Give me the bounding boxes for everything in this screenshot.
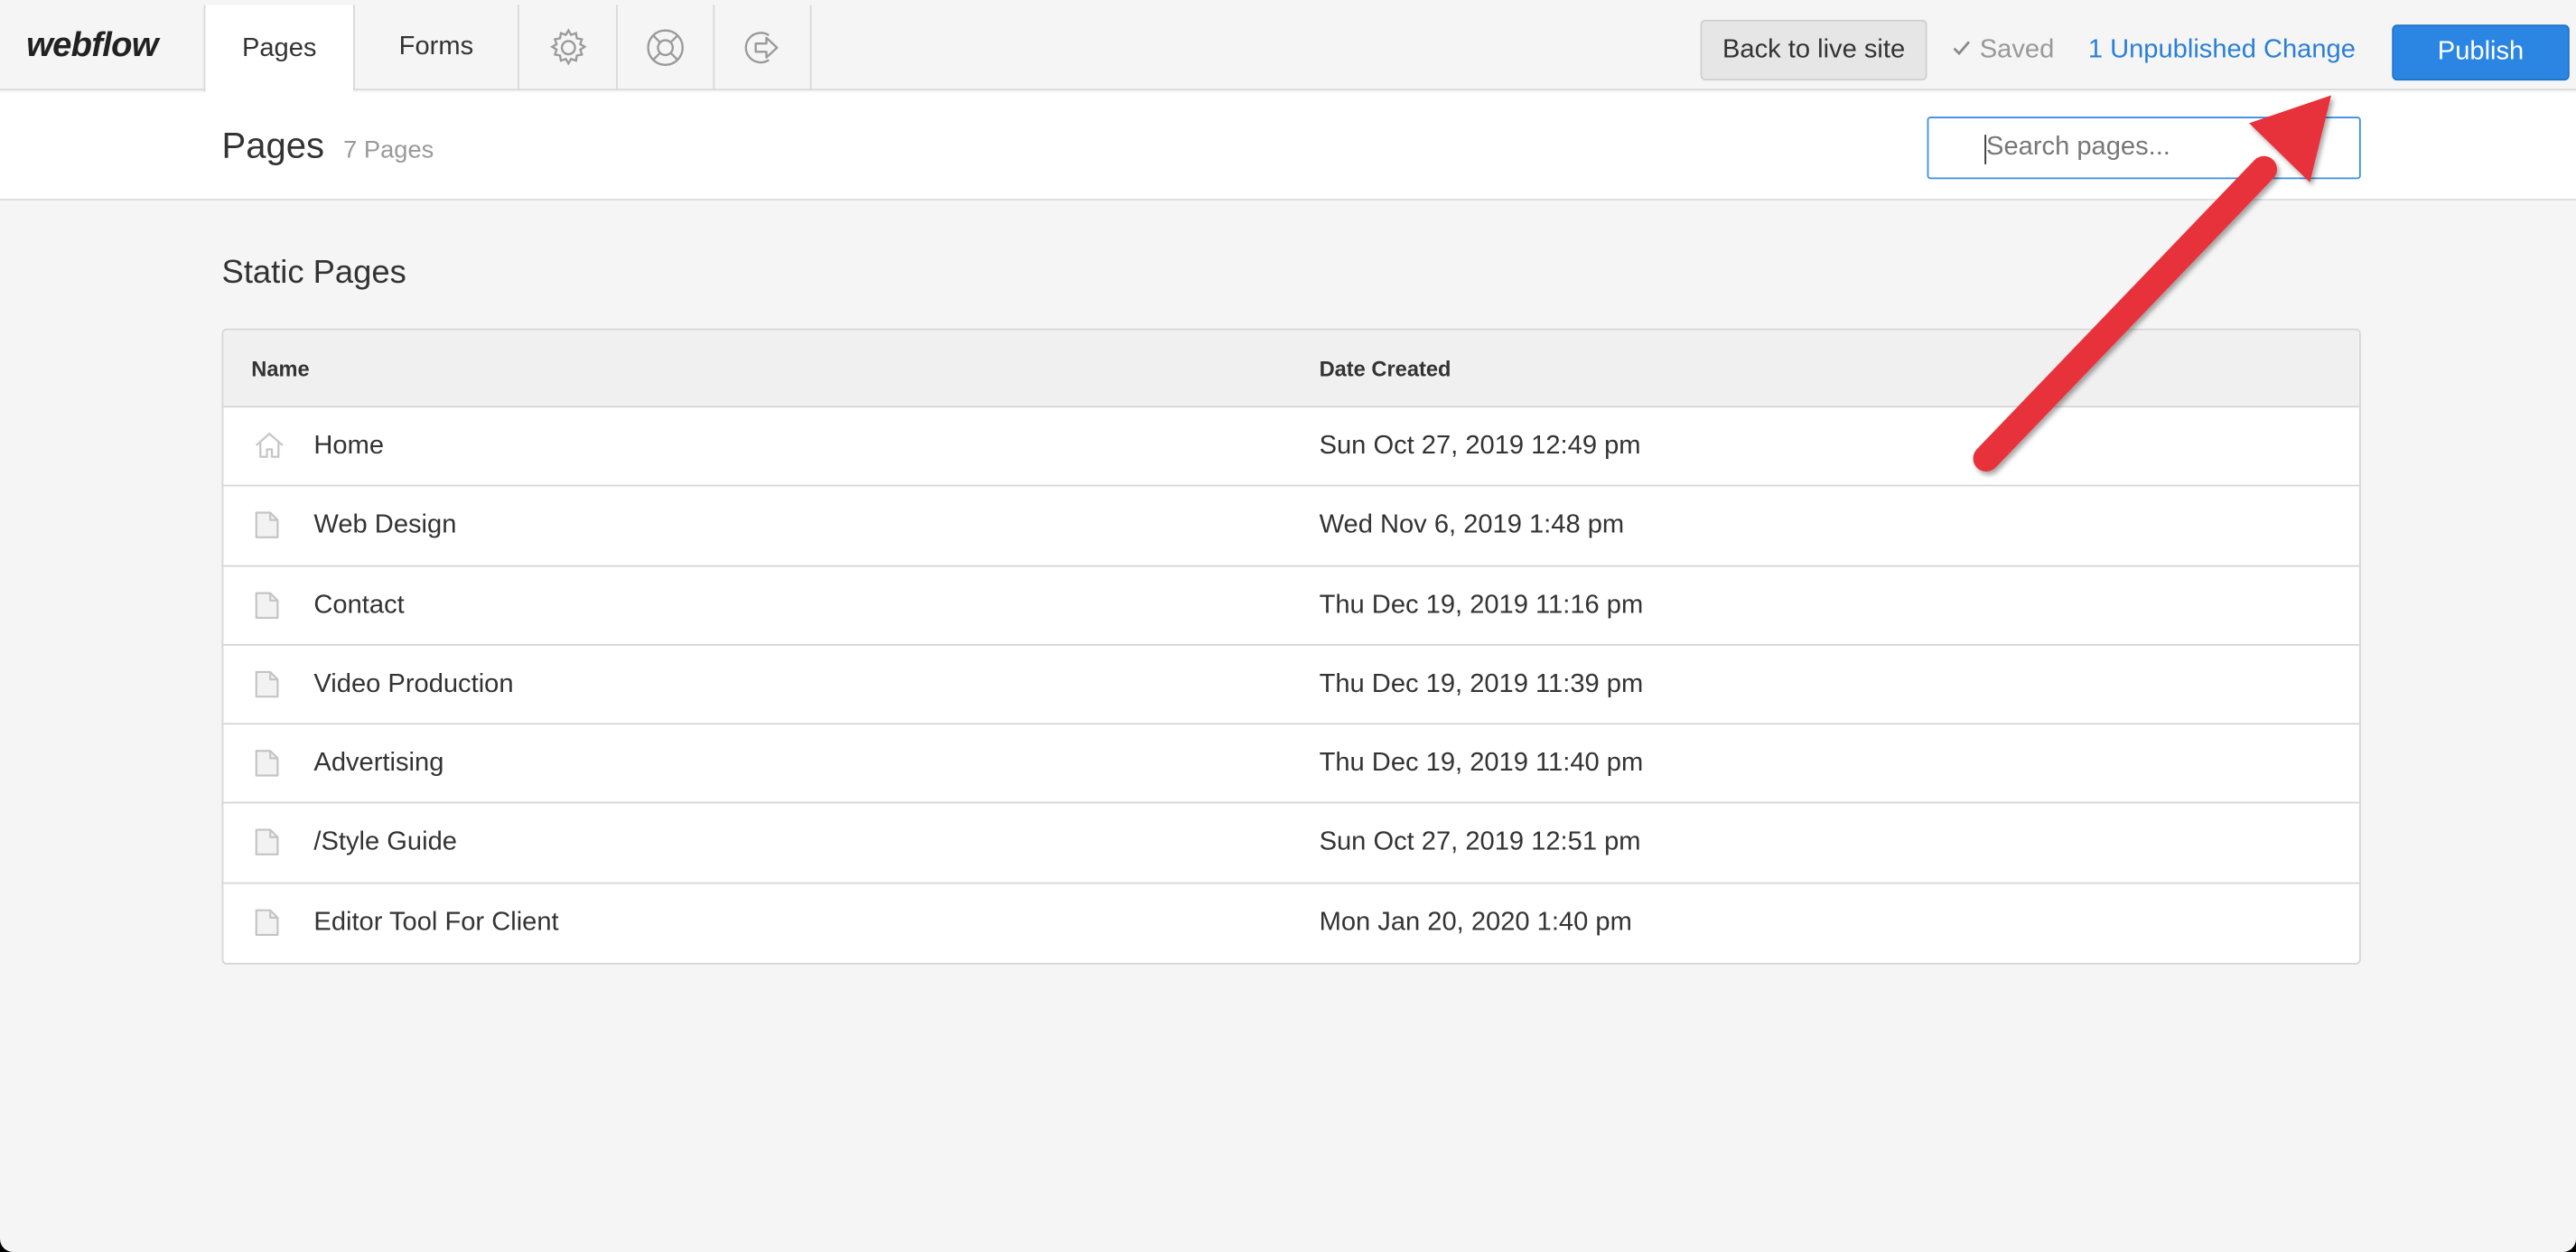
page-icon [255, 511, 279, 547]
checkmark-icon [1952, 36, 1972, 66]
gear-icon [546, 26, 589, 69]
webflow-editor-window: webflow Pages Forms Back to live site Sa… [0, 0, 2576, 1252]
table-row[interactable]: Advertising Thu Dec 19, 2019 11:40 pm [223, 724, 2359, 805]
tab-forms-label: Forms [398, 33, 474, 61]
tab-pages[interactable]: Pages [203, 5, 354, 92]
home-icon [255, 432, 285, 466]
table-row[interactable]: Editor Tool For Client Mon Jan 20, 2020 … [223, 883, 2359, 963]
column-header-name[interactable]: Name [251, 357, 309, 381]
table-row[interactable]: Home Sun Oct 27, 2019 12:49 pm [223, 407, 2359, 487]
page-date-created: Mon Jan 20, 2020 1:40 pm [1319, 908, 1632, 937]
page-name: Advertising [313, 749, 444, 778]
page-date-created: Thu Dec 19, 2019 11:16 pm [1319, 591, 1644, 619]
settings-button[interactable] [517, 5, 616, 91]
table-row[interactable]: Contact Thu Dec 19, 2019 11:16 pm [223, 566, 2359, 646]
page-date-created: Wed Nov 6, 2019 1:48 pm [1319, 511, 1625, 540]
page-name: Contact [313, 591, 405, 619]
page-name: Home [313, 432, 385, 461]
publish-button[interactable]: Publish [2392, 24, 2570, 81]
table-row[interactable]: /Style Guide Sun Oct 27, 2019 12:51 pm [223, 804, 2359, 884]
unpublished-changes-link[interactable]: 1 Unpublished Change [2088, 36, 2356, 66]
webflow-logo: webflow [26, 26, 158, 64]
page-date-created: Thu Dec 19, 2019 11:40 pm [1319, 749, 1644, 778]
table-row[interactable]: Video Production Thu Dec 19, 2019 11:39 … [223, 646, 2359, 725]
page-count: 7 Pages [343, 135, 434, 164]
exit-editor-button[interactable] [713, 5, 812, 91]
page-icon [255, 591, 279, 627]
page-icon [255, 829, 279, 865]
page-date-created: Sun Oct 27, 2019 12:51 pm [1319, 828, 1641, 857]
help-button[interactable] [616, 5, 713, 91]
lifebuoy-icon [644, 26, 686, 69]
back-to-live-site-button[interactable]: Back to live site [1700, 19, 1927, 81]
page-name: Editor Tool For Client [313, 908, 559, 937]
exit-icon [741, 26, 783, 69]
page-name: /Style Guide [313, 828, 457, 857]
column-header-date[interactable]: Date Created [1320, 357, 1451, 381]
page-title: Pages [221, 125, 325, 166]
page-icon [255, 750, 279, 786]
tab-pages-label: Pages [241, 33, 317, 62]
page-date-created: Thu Dec 19, 2019 11:39 pm [1319, 669, 1644, 698]
page-name: Video Production [313, 669, 514, 698]
pages-table: Name Date Created Home Sun Oct 27, 2019 … [221, 328, 2361, 965]
saved-status: Saved [1952, 36, 2054, 66]
page-date-created: Sun Oct 27, 2019 12:49 pm [1319, 432, 1641, 461]
tab-forms[interactable]: Forms [353, 5, 518, 91]
page-name: Web Design [313, 511, 457, 540]
top-navigation-bar: webflow Pages Forms Back to live site Sa… [0, 5, 2576, 92]
table-row[interactable]: Web Design Wed Nov 6, 2019 1:48 pm [223, 487, 2359, 566]
table-header: Name Date Created [223, 330, 2359, 408]
page-icon [255, 908, 279, 944]
search-input[interactable] [1927, 117, 2361, 180]
page-icon [255, 670, 279, 706]
pages-header: Pages 7 Pages [0, 91, 2576, 201]
text-cursor [1984, 135, 1987, 164]
section-title: Static Pages [221, 254, 406, 291]
saved-label: Saved [1979, 36, 2055, 64]
